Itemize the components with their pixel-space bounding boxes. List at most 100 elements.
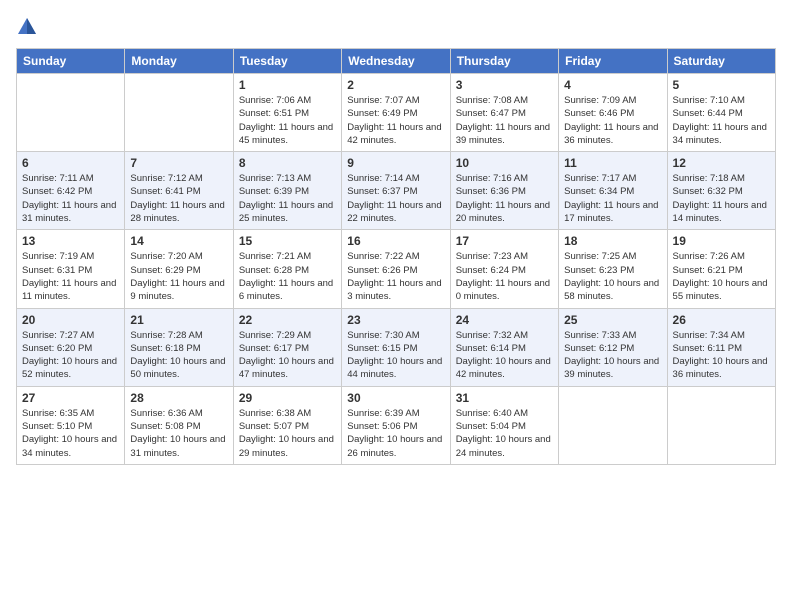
- logo-icon: [16, 16, 38, 38]
- day-number: 15: [239, 234, 336, 248]
- day-number: 13: [22, 234, 119, 248]
- cell-content: Sunrise: 7:08 AM Sunset: 6:47 PM Dayligh…: [456, 94, 553, 147]
- cell-content: Sunrise: 7:25 AM Sunset: 6:23 PM Dayligh…: [564, 250, 661, 303]
- day-of-week-header: Friday: [559, 49, 667, 74]
- day-number: 17: [456, 234, 553, 248]
- cell-content: Sunrise: 6:38 AM Sunset: 5:07 PM Dayligh…: [239, 407, 336, 460]
- calendar-cell: 23Sunrise: 7:30 AM Sunset: 6:15 PM Dayli…: [342, 308, 450, 386]
- calendar-cell: [559, 386, 667, 464]
- day-number: 20: [22, 313, 119, 327]
- day-number: 7: [130, 156, 227, 170]
- day-number: 3: [456, 78, 553, 92]
- calendar-cell: 2 Sunrise: 7:07 AM Sunset: 6:49 PM Daylig…: [342, 74, 450, 152]
- day-of-week-header: Thursday: [450, 49, 558, 74]
- day-number: 26: [673, 313, 770, 327]
- calendar-cell: 12Sunrise: 7:18 AM Sunset: 6:32 PM Dayli…: [667, 152, 775, 230]
- calendar-cell: 16 Sunrise: 7:22 AM Sunset: 6:26 PM Dayli…: [342, 230, 450, 308]
- calendar-week-row: 20 Sunrise: 7:27 AM Sunset: 6:20 PM Dayli…: [17, 308, 776, 386]
- calendar-cell: 11 Sunrise: 7:17 AM Sunset: 6:34 PM Dayli…: [559, 152, 667, 230]
- calendar-cell: 20 Sunrise: 7:27 AM Sunset: 6:20 PM Dayli…: [17, 308, 125, 386]
- cell-content: Sunrise: 7:07 AM Sunset: 6:49 PM Dayligh…: [347, 94, 444, 147]
- page-header: [16, 16, 776, 38]
- day-number: 4: [564, 78, 661, 92]
- cell-content: Sunrise: 7:29 AM Sunset: 6:17 PM Dayligh…: [239, 329, 336, 382]
- calendar-cell: 26 Sunrise: 7:34 AM Sunset: 6:11 PM Dayli…: [667, 308, 775, 386]
- calendar-cell: 17 Sunrise: 7:23 AM Sunset: 6:24 PM Dayli…: [450, 230, 558, 308]
- cell-content: Sunrise: 7:23 AM Sunset: 6:24 PM Dayligh…: [456, 250, 553, 303]
- calendar-week-row: 27 Sunrise: 6:35 AM Sunset: 5:10 PM Dayli…: [17, 386, 776, 464]
- calendar-week-row: 6Sunrise: 7:11 AM Sunset: 6:42 PM Daylig…: [17, 152, 776, 230]
- day-number: 27: [22, 391, 119, 405]
- cell-content: Sunrise: 7:17 AM Sunset: 6:34 PM Dayligh…: [564, 172, 661, 225]
- calendar-week-row: 13 Sunrise: 7:19 AM Sunset: 6:31 PM Dayli…: [17, 230, 776, 308]
- cell-content: Sunrise: 7:22 AM Sunset: 6:26 PM Dayligh…: [347, 250, 444, 303]
- calendar-cell: 6Sunrise: 7:11 AM Sunset: 6:42 PM Daylig…: [17, 152, 125, 230]
- day-of-week-header: Tuesday: [233, 49, 341, 74]
- cell-content: Sunrise: 7:14 AM Sunset: 6:37 PM Dayligh…: [347, 172, 444, 225]
- cell-content: Sunrise: 7:26 AM Sunset: 6:21 PM Dayligh…: [673, 250, 770, 303]
- calendar-cell: [125, 74, 233, 152]
- cell-content: Sunrise: 7:34 AM Sunset: 6:11 PM Dayligh…: [673, 329, 770, 382]
- cell-content: Sunrise: 7:13 AM Sunset: 6:39 PM Dayligh…: [239, 172, 336, 225]
- day-number: 22: [239, 313, 336, 327]
- calendar-cell: 18Sunrise: 7:25 AM Sunset: 6:23 PM Dayli…: [559, 230, 667, 308]
- cell-content: Sunrise: 7:27 AM Sunset: 6:20 PM Dayligh…: [22, 329, 119, 382]
- cell-content: Sunrise: 7:10 AM Sunset: 6:44 PM Dayligh…: [673, 94, 770, 147]
- calendar-header-row: SundayMondayTuesdayWednesdayThursdayFrid…: [17, 49, 776, 74]
- day-number: 21: [130, 313, 227, 327]
- calendar-cell: [17, 74, 125, 152]
- calendar-cell: 3 Sunrise: 7:08 AM Sunset: 6:47 PM Daylig…: [450, 74, 558, 152]
- calendar-cell: 22 Sunrise: 7:29 AM Sunset: 6:17 PM Dayli…: [233, 308, 341, 386]
- day-number: 16: [347, 234, 444, 248]
- day-of-week-header: Sunday: [17, 49, 125, 74]
- calendar-cell: 31 Sunrise: 6:40 AM Sunset: 5:04 PM Dayli…: [450, 386, 558, 464]
- cell-content: Sunrise: 7:12 AM Sunset: 6:41 PM Dayligh…: [130, 172, 227, 225]
- cell-content: Sunrise: 6:39 AM Sunset: 5:06 PM Dayligh…: [347, 407, 444, 460]
- day-number: 1: [239, 78, 336, 92]
- calendar-cell: 14 Sunrise: 7:20 AM Sunset: 6:29 PM Dayli…: [125, 230, 233, 308]
- calendar-cell: 25Sunrise: 7:33 AM Sunset: 6:12 PM Dayli…: [559, 308, 667, 386]
- calendar-cell: 13 Sunrise: 7:19 AM Sunset: 6:31 PM Dayli…: [17, 230, 125, 308]
- day-number: 10: [456, 156, 553, 170]
- day-number: 11: [564, 156, 661, 170]
- cell-content: Sunrise: 7:20 AM Sunset: 6:29 PM Dayligh…: [130, 250, 227, 303]
- day-number: 6: [22, 156, 119, 170]
- cell-content: Sunrise: 7:19 AM Sunset: 6:31 PM Dayligh…: [22, 250, 119, 303]
- cell-content: Sunrise: 6:36 AM Sunset: 5:08 PM Dayligh…: [130, 407, 227, 460]
- cell-content: Sunrise: 6:35 AM Sunset: 5:10 PM Dayligh…: [22, 407, 119, 460]
- day-number: 14: [130, 234, 227, 248]
- cell-content: Sunrise: 7:32 AM Sunset: 6:14 PM Dayligh…: [456, 329, 553, 382]
- day-of-week-header: Saturday: [667, 49, 775, 74]
- cell-content: Sunrise: 7:28 AM Sunset: 6:18 PM Dayligh…: [130, 329, 227, 382]
- calendar-cell: 27 Sunrise: 6:35 AM Sunset: 5:10 PM Dayli…: [17, 386, 125, 464]
- day-number: 24: [456, 313, 553, 327]
- calendar-cell: 5Sunrise: 7:10 AM Sunset: 6:44 PM Daylig…: [667, 74, 775, 152]
- calendar-cell: 30 Sunrise: 6:39 AM Sunset: 5:06 PM Dayli…: [342, 386, 450, 464]
- calendar-cell: [667, 386, 775, 464]
- calendar-cell: 7 Sunrise: 7:12 AM Sunset: 6:41 PM Daylig…: [125, 152, 233, 230]
- calendar-cell: 8 Sunrise: 7:13 AM Sunset: 6:39 PM Daylig…: [233, 152, 341, 230]
- logo: [16, 16, 42, 38]
- day-number: 28: [130, 391, 227, 405]
- calendar-cell: 9 Sunrise: 7:14 AM Sunset: 6:37 PM Daylig…: [342, 152, 450, 230]
- day-of-week-header: Wednesday: [342, 49, 450, 74]
- calendar-cell: 19 Sunrise: 7:26 AM Sunset: 6:21 PM Dayli…: [667, 230, 775, 308]
- day-number: 30: [347, 391, 444, 405]
- day-number: 2: [347, 78, 444, 92]
- calendar-cell: 29Sunrise: 6:38 AM Sunset: 5:07 PM Dayli…: [233, 386, 341, 464]
- day-number: 31: [456, 391, 553, 405]
- day-number: 9: [347, 156, 444, 170]
- cell-content: Sunrise: 6:40 AM Sunset: 5:04 PM Dayligh…: [456, 407, 553, 460]
- cell-content: Sunrise: 7:06 AM Sunset: 6:51 PM Dayligh…: [239, 94, 336, 147]
- day-number: 23: [347, 313, 444, 327]
- calendar-cell: 15Sunrise: 7:21 AM Sunset: 6:28 PM Dayli…: [233, 230, 341, 308]
- calendar-cell: 21 Sunrise: 7:28 AM Sunset: 6:18 PM Dayli…: [125, 308, 233, 386]
- calendar-cell: 10Sunrise: 7:16 AM Sunset: 6:36 PM Dayli…: [450, 152, 558, 230]
- calendar-week-row: 1 Sunrise: 7:06 AM Sunset: 6:51 PM Daylig…: [17, 74, 776, 152]
- day-number: 19: [673, 234, 770, 248]
- day-of-week-header: Monday: [125, 49, 233, 74]
- calendar-cell: 24 Sunrise: 7:32 AM Sunset: 6:14 PM Dayli…: [450, 308, 558, 386]
- day-number: 8: [239, 156, 336, 170]
- calendar-cell: 28 Sunrise: 6:36 AM Sunset: 5:08 PM Dayli…: [125, 386, 233, 464]
- cell-content: Sunrise: 7:33 AM Sunset: 6:12 PM Dayligh…: [564, 329, 661, 382]
